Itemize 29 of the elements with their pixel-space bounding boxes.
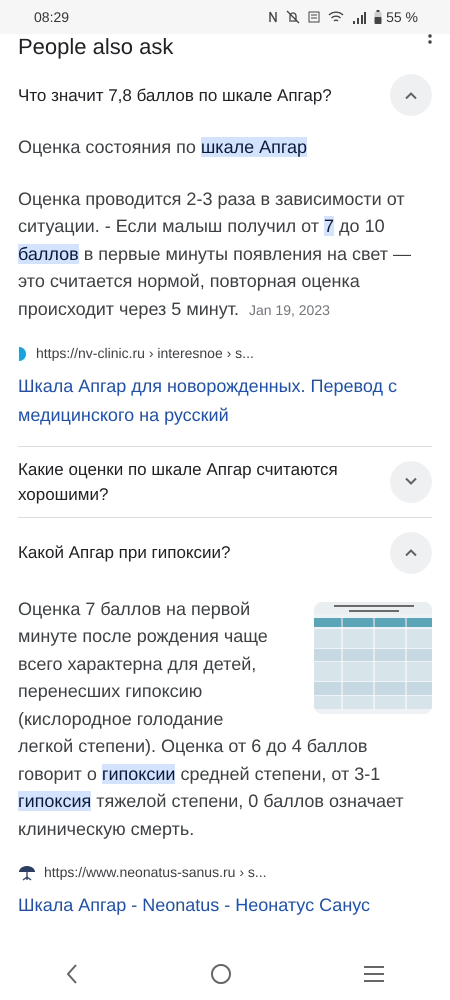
signal-icon [352, 10, 366, 24]
question-text: Что значит 7,8 баллов по шкале Апгар? [18, 84, 332, 106]
chevron-down-icon [404, 477, 418, 486]
volte-icon [308, 11, 320, 23]
battery-icon [374, 10, 382, 24]
answer-text: Оценка проводится 2-3 раза в зависимости от ситуации. - Если малыш получил от 7 до 10 баллов в первые минуты появления на свет — это считается нормой, повторная оценка происходит через 5 минут. Jan 19, 2023 [18, 188, 412, 321]
result-title-link[interactable]: Шкала Апгар - Neonatus - Неонатус Санус [18, 890, 432, 920]
source-url[interactable]: https://nv-clinic.ru › interesnoe › s... [36, 340, 254, 368]
answer-heading: Оценка состояния по шкале Апгар [18, 136, 308, 159]
section-title: People also ask [18, 34, 174, 60]
home-icon[interactable] [210, 963, 232, 985]
chevron-up-icon [404, 548, 418, 557]
result-title-link[interactable]: Шкала Апгар для новорожденных. Перевод с медицинского на русский [18, 372, 432, 430]
mute-icon [286, 10, 300, 24]
question-text: Какой Апгар при гипоксии? [18, 542, 230, 564]
nfc-icon [268, 10, 278, 24]
expand-toggle-button[interactable] [390, 74, 432, 116]
answer-text: Оценка 7 баллов на первой минуте после рождения чаще всего характерна для детей, перенесших гипоксию (кислородное голодание легкой степени). Оценка от 6 до 4 баллов говорит о гипоксии средней степени, от 3-1 гипоксия тяжелой степени, 0 баллов означает клиническую смерть. [18, 598, 405, 841]
chevron-up-icon [404, 90, 418, 100]
expand-toggle-button[interactable] [390, 532, 432, 574]
back-icon[interactable] [65, 963, 80, 985]
question-text: Какие оценки по шкале Апгар считаются хорошими? [18, 458, 339, 506]
clock: 08:29 [34, 8, 70, 26]
wifi-icon [328, 10, 344, 24]
expand-toggle-button[interactable] [390, 460, 432, 502]
battery-percent: 55 % [386, 8, 418, 26]
tree-icon [18, 864, 36, 881]
recent-apps-icon[interactable] [362, 965, 385, 983]
source-url[interactable]: https://www.neonatus-sanus.ru › s... [44, 859, 267, 886]
